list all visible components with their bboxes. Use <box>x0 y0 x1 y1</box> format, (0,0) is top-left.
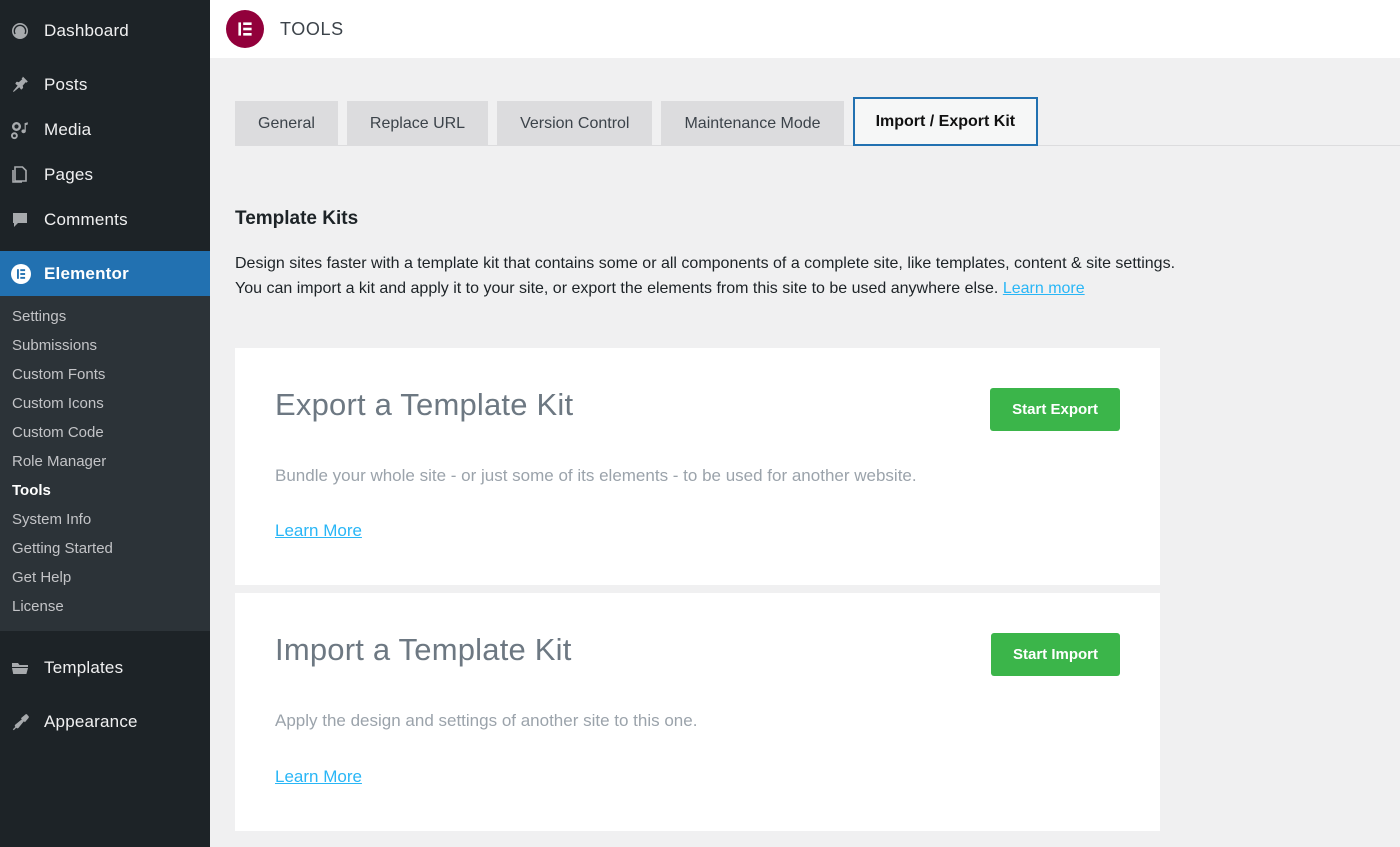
submenu-item-settings[interactable]: Settings <box>0 302 210 331</box>
main-content: TOOLS General Replace URL Version Contro… <box>210 0 1400 847</box>
import-card-title: Import a Template Kit <box>275 633 572 667</box>
sidebar-divider <box>0 631 210 645</box>
submenu-item-getting-started[interactable]: Getting Started <box>0 534 210 563</box>
sidebar-bottom-group: Templates Appearance <box>0 645 210 744</box>
sidebar-item-pages[interactable]: Pages <box>0 152 210 197</box>
section-description-line1: Design sites faster with a template kit … <box>235 255 1175 272</box>
pages-icon <box>10 165 44 185</box>
folder-icon <box>10 658 44 678</box>
section-description: Design sites faster with a template kit … <box>235 252 1385 302</box>
sidebar-divider <box>0 53 210 62</box>
pin-icon <box>10 75 44 95</box>
sidebar-item-comments[interactable]: Comments <box>0 197 210 242</box>
section-title: Template Kits <box>235 208 1400 230</box>
sidebar-item-media[interactable]: Media <box>0 107 210 152</box>
sidebar-item-label: Media <box>44 120 91 140</box>
submenu-item-custom-code[interactable]: Custom Code <box>0 418 210 447</box>
start-import-button[interactable]: Start Import <box>991 633 1120 676</box>
elementor-submenu: Settings Submissions Custom Fonts Custom… <box>0 296 210 631</box>
sidebar-item-elementor[interactable]: Elementor <box>0 251 210 296</box>
submenu-item-license[interactable]: License <box>0 592 210 621</box>
sidebar-item-dashboard[interactable]: Dashboard <box>0 8 210 53</box>
import-card-header: Import a Template Kit Start Import <box>275 633 1120 676</box>
sidebar-divider <box>0 242 210 251</box>
tab-general[interactable]: General <box>235 101 338 146</box>
import-card-description: Apply the design and settings of another… <box>275 709 1120 733</box>
elementor-icon <box>10 263 44 285</box>
sidebar-item-appearance[interactable]: Appearance <box>0 699 210 744</box>
brush-icon <box>10 712 44 732</box>
admin-sidebar: Dashboard Posts Media <box>0 0 210 847</box>
media-icon <box>10 120 44 140</box>
sidebar-item-templates[interactable]: Templates <box>0 645 210 690</box>
page-title: TOOLS <box>280 19 344 40</box>
tab-version-control[interactable]: Version Control <box>497 101 652 146</box>
submenu-item-role-manager[interactable]: Role Manager <box>0 447 210 476</box>
submenu-item-system-info[interactable]: System Info <box>0 505 210 534</box>
export-card-header: Export a Template Kit Start Export <box>275 388 1120 431</box>
tab-import-export-kit[interactable]: Import / Export Kit <box>853 97 1039 146</box>
submenu-item-submissions[interactable]: Submissions <box>0 331 210 360</box>
tab-maintenance-mode[interactable]: Maintenance Mode <box>661 101 843 146</box>
admin-screen: Dashboard Posts Media <box>0 0 1400 847</box>
export-card-description: Bundle your whole site - or just some of… <box>275 464 1120 488</box>
tab-replace-url[interactable]: Replace URL <box>347 101 488 146</box>
export-kit-card: Export a Template Kit Start Export Bundl… <box>235 348 1160 586</box>
submenu-item-custom-fonts[interactable]: Custom Fonts <box>0 360 210 389</box>
import-learn-more-link[interactable]: Learn More <box>275 767 362 787</box>
submenu-item-custom-icons[interactable]: Custom Icons <box>0 389 210 418</box>
tab-bar: General Replace URL Version Control Main… <box>235 58 1400 146</box>
submenu-item-tools[interactable]: Tools <box>0 476 210 505</box>
learn-more-link[interactable]: Learn more <box>1003 280 1085 297</box>
kit-cards: Export a Template Kit Start Export Bundl… <box>235 348 1160 832</box>
sidebar-item-label: Pages <box>44 165 93 185</box>
sidebar-item-label: Posts <box>44 75 88 95</box>
sidebar-item-label: Appearance <box>44 712 138 732</box>
start-export-button[interactable]: Start Export <box>990 388 1120 431</box>
sidebar-item-label: Templates <box>44 658 123 678</box>
page-header: TOOLS <box>210 0 1400 58</box>
content-area: General Replace URL Version Control Main… <box>210 58 1400 831</box>
section-description-line2: You can import a kit and apply it to you… <box>235 280 998 297</box>
sidebar-top-group: Dashboard Posts Media <box>0 0 210 296</box>
sidebar-item-label: Elementor <box>44 264 129 284</box>
sidebar-divider <box>0 690 210 699</box>
sidebar-item-label: Comments <box>44 210 128 230</box>
comment-icon <box>10 210 44 230</box>
export-learn-more-link[interactable]: Learn More <box>275 521 362 541</box>
import-kit-card: Import a Template Kit Start Import Apply… <box>235 593 1160 831</box>
dashboard-icon <box>10 21 44 41</box>
elementor-logo-icon <box>226 10 264 48</box>
submenu-item-get-help[interactable]: Get Help <box>0 563 210 592</box>
export-card-title: Export a Template Kit <box>275 388 573 422</box>
sidebar-item-posts[interactable]: Posts <box>0 62 210 107</box>
sidebar-item-label: Dashboard <box>44 21 129 41</box>
